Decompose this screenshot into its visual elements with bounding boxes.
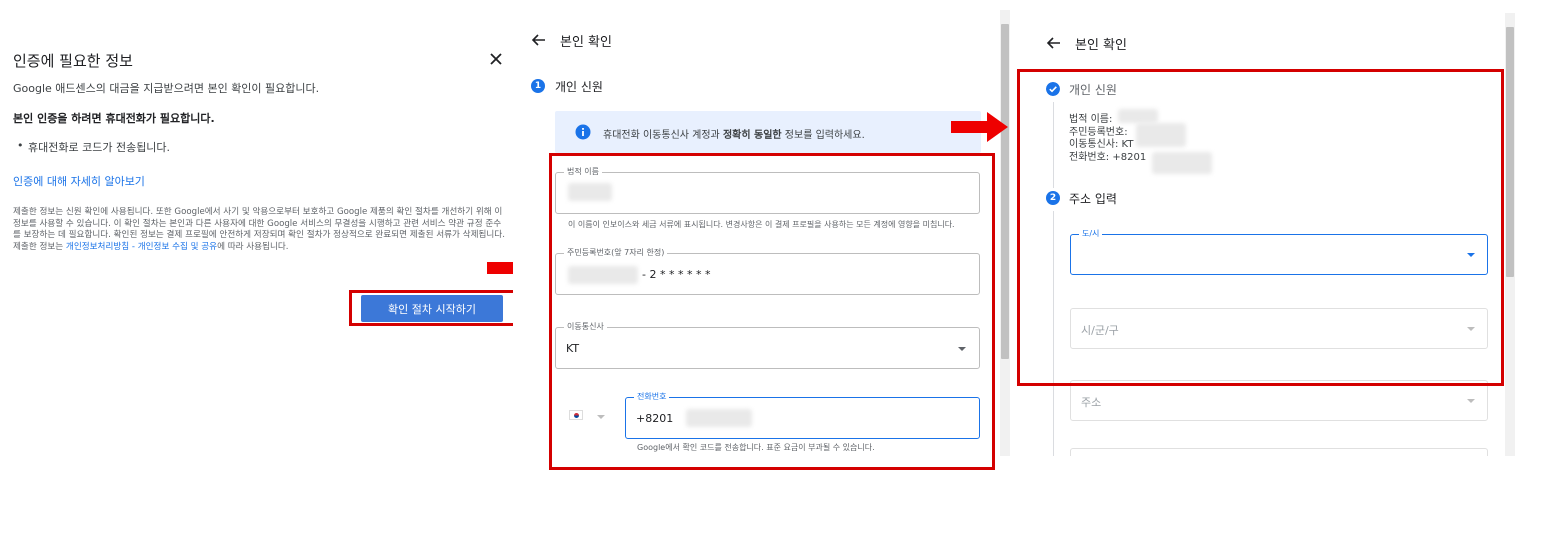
scrollbar-thumb[interactable] — [1001, 24, 1009, 359]
start-verification-button[interactable]: 확인 절차 시작하기 — [361, 295, 503, 322]
bullet-item: 휴대전화로 코드가 전송됩니다. — [17, 139, 170, 155]
highlight-frame — [1017, 69, 1504, 386]
page-title: 본인 확인 — [1075, 38, 1127, 53]
step-number-badge: 1 — [531, 79, 545, 93]
fine-print: 제출한 정보는 신원 확인에 사용됩니다. 또한 Google에서 사기 및 악… — [13, 207, 505, 252]
next-field-partial[interactable] — [1070, 448, 1488, 456]
dialog-title: 인증에 필요한 정보 — [13, 52, 133, 70]
scrollbar[interactable] — [1000, 10, 1010, 456]
info-banner: 휴대전화 이동통신사 계정과 정확히 동일한 정보를 입력하세요. — [555, 111, 981, 153]
learn-more-link[interactable]: 인증에 대해 자세히 알아보기 — [13, 173, 145, 189]
verification-info-dialog: 인증에 필요한 정보 Google 애드센스의 대금을 지급받으려면 본인 확인… — [0, 0, 520, 550]
privacy-policy-link[interactable]: 개인정보처리방침 - 개인정보 수집 및 공유 — [66, 242, 217, 252]
back-arrow-icon[interactable] — [1046, 35, 1062, 51]
red-arrow-icon — [951, 112, 1008, 142]
info-icon — [575, 124, 591, 140]
chevron-down-icon — [1467, 399, 1475, 403]
step-label: 개인 신원 — [555, 80, 603, 94]
scrollbar-thumb[interactable] — [1506, 27, 1514, 277]
address-select[interactable]: 주소 — [1070, 380, 1488, 421]
address-placeholder: 주소 — [1081, 396, 1102, 409]
close-icon[interactable] — [487, 50, 505, 68]
back-arrow-icon[interactable] — [531, 32, 547, 48]
dialog-description: Google 애드센스의 대금을 지급받으려면 본인 확인이 필요합니다. — [13, 82, 320, 95]
scrollbar[interactable] — [1505, 13, 1515, 456]
phone-required-notice: 본인 인증을 하려면 휴대전화가 필요합니다. — [13, 112, 215, 125]
page-title: 본인 확인 — [560, 35, 612, 50]
highlight-frame — [549, 153, 995, 470]
info-text: 휴대전화 이동통신사 계정과 정확히 동일한 정보를 입력하세요. — [603, 130, 865, 141]
